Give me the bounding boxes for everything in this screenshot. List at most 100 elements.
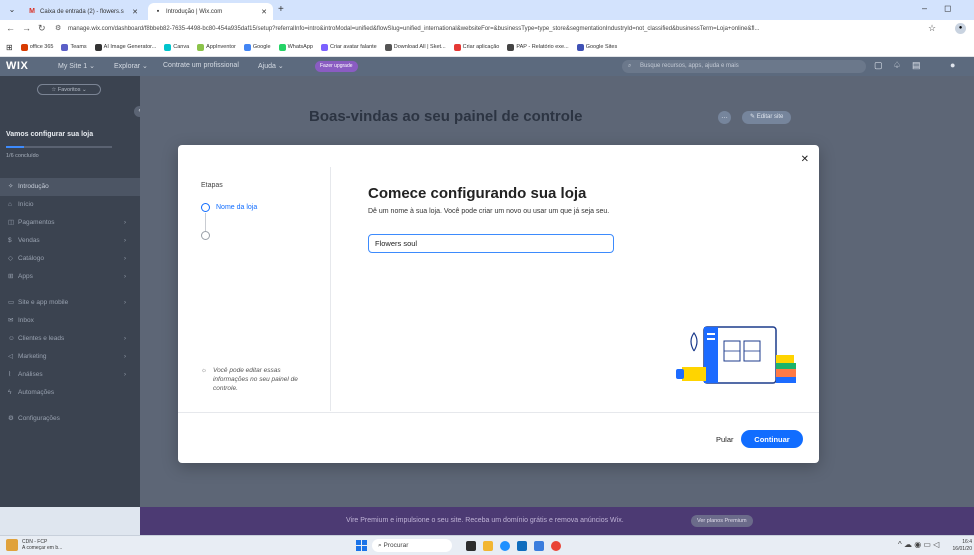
sidebar-item-automacoes[interactable]: ϟ Automações: [0, 384, 140, 402]
bookmark-item[interactable]: Download All | Sket...: [384, 43, 446, 51]
step-store-name[interactable]: Nome da loja: [201, 203, 257, 212]
widget-subtitle: A começar em b...: [22, 545, 63, 551]
reload-icon[interactable]: ↻: [38, 23, 46, 34]
sidebar-item-icon: ◇: [8, 255, 13, 262]
bookmark-label: AI Image Generator...: [103, 44, 157, 50]
upgrade-button[interactable]: Fazer upgrade: [315, 61, 358, 72]
sidebar-item-icon: ϟ: [8, 389, 12, 396]
close-icon[interactable]: ✕: [801, 154, 809, 165]
tab-search-icon[interactable]: ⌄: [6, 4, 18, 16]
bookmark-label: Download All | Sket...: [393, 44, 446, 50]
account-avatar-icon[interactable]: ●: [950, 60, 955, 70]
wix-sidebar: ☆ Favoritos ⌄ Vamos configurar sua loja …: [0, 76, 140, 507]
sidebar-item-vendas[interactable]: $ Vendas ›: [0, 232, 140, 250]
minimize-icon[interactable]: –: [922, 3, 927, 13]
file-explorer-icon[interactable]: [483, 541, 493, 551]
wix-search-input[interactable]: ⌕ Busque recursos, apps, ajuda e mais: [622, 60, 866, 73]
bookmark-item[interactable]: Teams: [61, 43, 87, 51]
sidebar-item-label: Catálogo: [18, 255, 45, 262]
browser-tab-wix[interactable]: ▪ Introdução | Wix.com ✕: [148, 3, 273, 20]
sidebar-item-icon: ▭: [8, 299, 15, 306]
sidebar-item-label: Introdução: [18, 183, 49, 190]
teams-icon[interactable]: [534, 541, 544, 551]
sidebar-item-marketing[interactable]: ◁ Marketing ›: [0, 348, 140, 366]
bookmark-label: WhatsApp: [287, 44, 313, 50]
restore-icon[interactable]: ◻: [944, 3, 951, 14]
menu-ajuda[interactable]: Ajuda ⌄: [258, 62, 284, 70]
task-view-icon[interactable]: [466, 541, 476, 551]
sidebar-item-inicio[interactable]: ⌂ Início: [0, 196, 140, 214]
bookmark-item[interactable]: office 365: [20, 43, 53, 51]
bookmark-star-icon[interactable]: ☆: [928, 23, 936, 34]
bookmark-item[interactable]: Criar avatar falante: [320, 43, 377, 51]
browser-tab-gmail[interactable]: M Caixa de entrada (2) - flowers.s ✕: [22, 3, 144, 20]
bookmark-item[interactable]: PAP - Relatório exe...: [507, 43, 569, 51]
menu-explorar[interactable]: Explorar ⌄: [114, 62, 148, 70]
sidebar-item-analises[interactable]: ⌇ Análises ›: [0, 366, 140, 384]
forward-icon[interactable]: →: [22, 23, 31, 33]
premium-banner: Vire Premium e impulsione o seu site. Re…: [140, 507, 974, 535]
sidebar-item-icon: ✉: [8, 317, 14, 324]
sidebar-item-label: Automações: [18, 389, 55, 396]
chevron-right-icon: ›: [124, 354, 126, 360]
bookmark-favicon-icon: [197, 43, 205, 51]
taskbar-search[interactable]: ⌕ Procurar: [372, 539, 452, 552]
store-icon[interactable]: [517, 541, 527, 551]
bookmark-label: Criar aplicação: [462, 44, 500, 50]
store-name-input[interactable]: [368, 234, 614, 253]
sidebar-item-configuracoes[interactable]: ⚙ Configurações: [0, 410, 140, 428]
profile-avatar[interactable]: ●: [955, 23, 966, 34]
bookmark-item[interactable]: AppInventor: [197, 43, 236, 51]
premium-plans-button[interactable]: Ver planos Premium: [691, 515, 753, 527]
favorites-button[interactable]: ☆ Favoritos ⌄: [37, 84, 101, 95]
bookmark-item[interactable]: WhatsApp: [278, 43, 313, 51]
bookmark-item[interactable]: Canva: [164, 43, 189, 51]
address-bar[interactable]: manage.wix.com/dashboard/f8bbeb82-7635-4…: [68, 23, 938, 36]
bookmark-item[interactable]: Google: [243, 43, 271, 51]
lightbulb-icon: ☼: [201, 367, 207, 374]
taskbar-clock[interactable]: 16:4 16/01/20: [944, 539, 972, 553]
inbox-icon[interactable]: ▤: [912, 60, 921, 71]
bookmark-item[interactable]: AI Image Generator...: [94, 43, 157, 51]
continue-button[interactable]: Continuar: [741, 430, 803, 448]
notifications-bell-icon[interactable]: ♤: [893, 60, 901, 71]
welcome-heading: Boas-vindas ao seu painel de controle: [309, 108, 583, 125]
sidebar-item-pagamentos[interactable]: ◫ Pagamentos ›: [0, 214, 140, 232]
new-tab-icon[interactable]: +: [278, 4, 284, 15]
back-icon[interactable]: ←: [6, 23, 15, 33]
site-selector[interactable]: My Site 1 ⌄: [58, 62, 95, 70]
close-tab-icon[interactable]: ✕: [132, 8, 138, 16]
sidebar-item-catalogo[interactable]: ◇ Catálogo ›: [0, 250, 140, 268]
wix-logo[interactable]: WIX: [6, 60, 28, 72]
step-next-circle-icon: [201, 231, 210, 240]
system-tray-icons[interactable]: ^ ☁ ◉ ▭ ◁: [898, 540, 939, 549]
chevron-right-icon: ›: [124, 300, 126, 306]
edit-site-button[interactable]: ✎ Editar site: [742, 111, 792, 124]
setup-title[interactable]: Vamos configurar sua loja: [6, 131, 93, 138]
sidebar-item-site-e-app-mobile[interactable]: ▭ Site e app mobile ›: [0, 294, 140, 312]
bookmark-item[interactable]: Google Sites: [576, 43, 617, 51]
sidebar-item-apps[interactable]: ⊞ Apps ›: [0, 268, 140, 286]
skip-button[interactable]: Pular: [716, 435, 734, 444]
browser-toolbar: ← → ↻ ⚙ manage.wix.com/dashboard/f8bbeb8…: [0, 20, 974, 38]
menu-contrate-profissional[interactable]: Contrate um profissional: [163, 62, 239, 69]
bookmark-favicon-icon: [320, 43, 328, 51]
chat-icon[interactable]: ▢: [874, 60, 883, 71]
sidebar-item-clientes-e-leads[interactable]: ☺ Clientes e leads ›: [0, 330, 140, 348]
premium-text: Vire Premium e impulsione o seu site. Re…: [346, 517, 624, 524]
close-tab-icon[interactable]: ✕: [261, 8, 267, 16]
sidebar-item-introducao[interactable]: ✧ Introdução: [0, 178, 140, 196]
chevron-right-icon: ›: [124, 256, 126, 262]
taskbar-widget[interactable]: CDN - FCP A começar em b...: [6, 539, 62, 551]
site-info-icon[interactable]: ⚙: [55, 24, 61, 32]
apps-grid-icon[interactable]: ⊞: [6, 43, 13, 52]
edge-icon[interactable]: [500, 541, 510, 551]
bookmark-item[interactable]: Criar aplicação: [453, 43, 500, 51]
step-circle-icon: [201, 203, 210, 212]
windows-start-icon[interactable]: [356, 540, 367, 551]
chrome-icon[interactable]: [551, 541, 561, 551]
more-actions-icon[interactable]: …: [718, 111, 731, 124]
wix-top-bar: WIX My Site 1 ⌄ Explorar ⌄ Contrate um p…: [0, 57, 974, 76]
sidebar-item-inbox[interactable]: ✉ Inbox: [0, 312, 140, 330]
bookmark-label: Google: [252, 44, 271, 50]
